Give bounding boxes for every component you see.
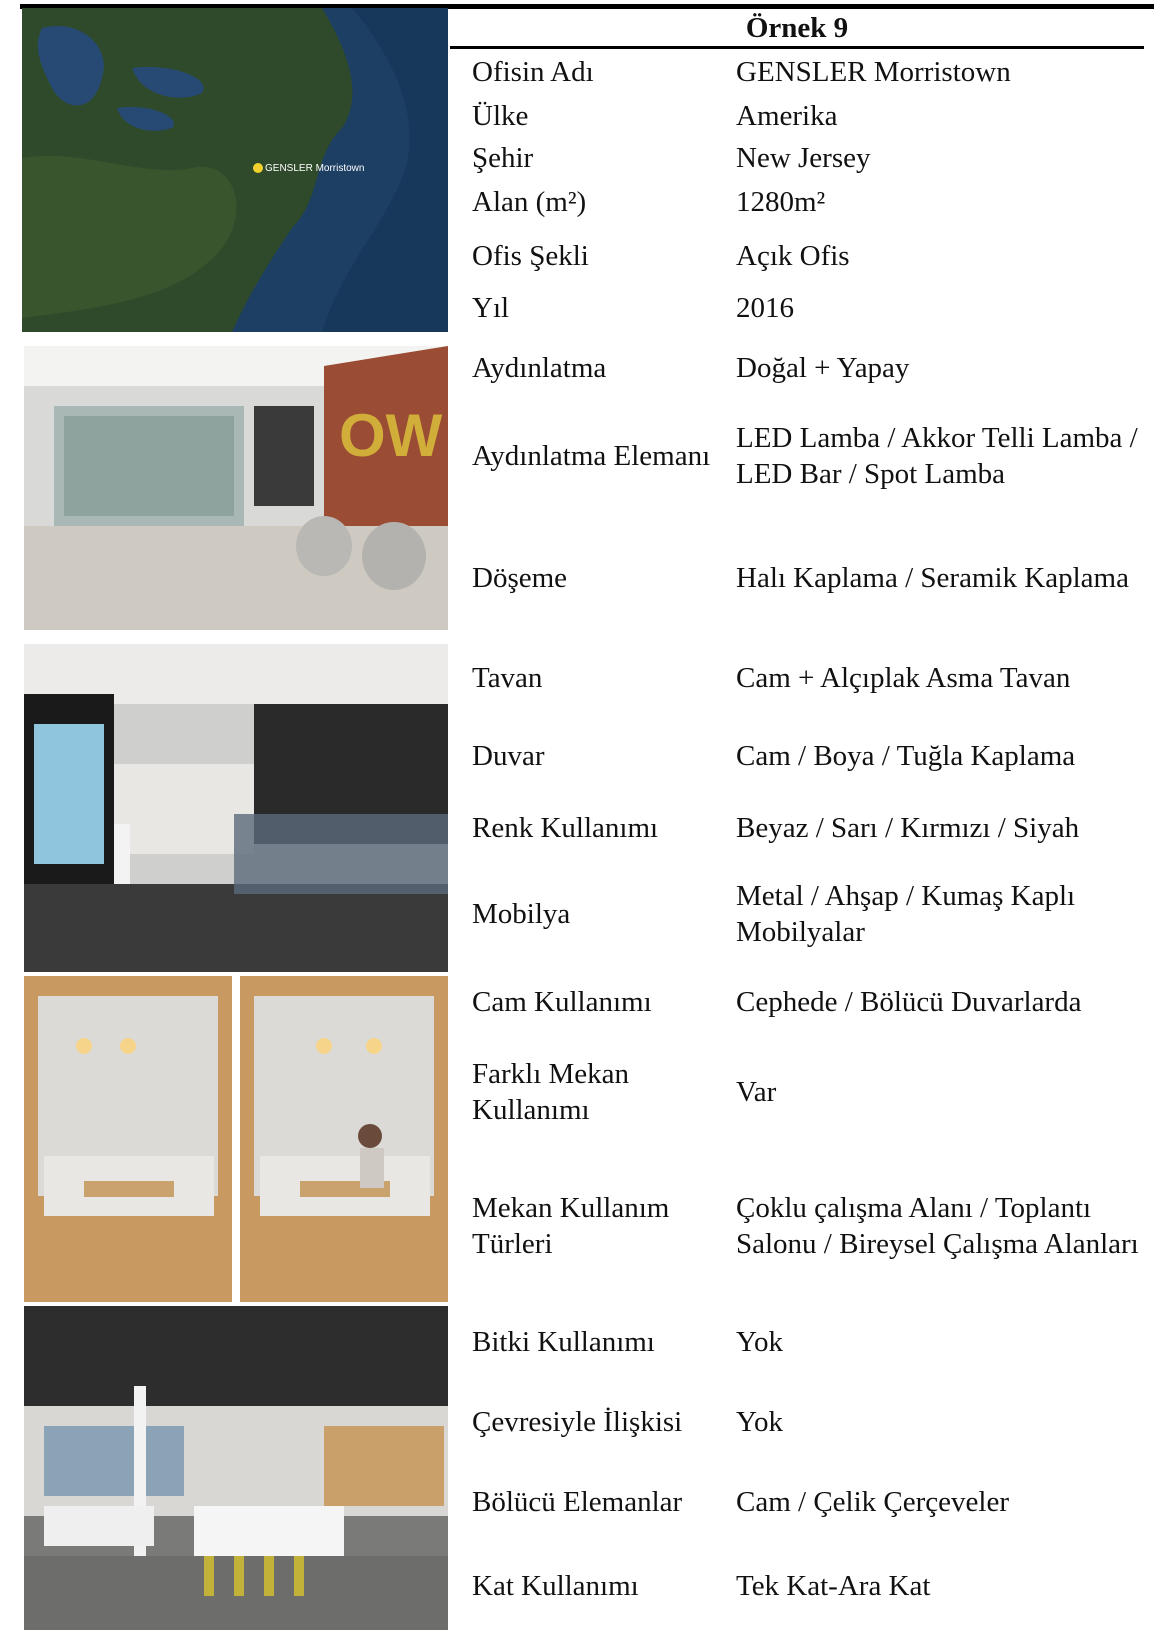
row-floor-use: Kat Kullanımı Tek Kat-Ara Kat bbox=[472, 1564, 1152, 1608]
row-label: Şehir bbox=[472, 142, 534, 174]
row-label: Cam Kullanımı bbox=[472, 986, 652, 1018]
row-relation: Çevresiyle İlişkisi Yok bbox=[472, 1400, 1152, 1444]
row-label: Yıl bbox=[472, 292, 510, 324]
row-label: Mobilya bbox=[472, 898, 571, 930]
row-value: Cam / Boya / Tuğla Kaplama bbox=[736, 740, 1076, 772]
row-label: Çevresiyle İlişkisi bbox=[472, 1406, 683, 1438]
row-lighting-element: Aydınlatma Elemanı LED Lamba / Akkor Tel… bbox=[472, 400, 1152, 512]
lobby-photo: OW bbox=[24, 346, 448, 630]
row-value: Halı Kaplama / Seramik Kaplama bbox=[736, 562, 1129, 594]
row-area: Alan (m²) 1280m² bbox=[472, 182, 1152, 222]
row-ceiling: Tavan Cam + Alçıplak Asma Tavan bbox=[472, 656, 1152, 700]
row-label: Mekan Kullanım Türleri bbox=[472, 1192, 670, 1260]
page-title: Örnek 9 bbox=[745, 12, 849, 44]
row-space-types: Mekan Kullanım Türleri Çoklu çalışma Ala… bbox=[472, 1170, 1152, 1282]
row-lighting: Aydınlatma Doğal + Yapay bbox=[472, 346, 1152, 390]
row-value: Yok bbox=[736, 1326, 784, 1358]
row-city: Şehir New Jersey bbox=[472, 138, 1152, 178]
row-label: Renk Kullanımı bbox=[472, 812, 659, 844]
row-value: Amerika bbox=[736, 100, 838, 132]
row-label: Ofisin Adı bbox=[472, 56, 594, 88]
presentation-photo bbox=[24, 644, 448, 972]
map-pin-label: GENSLER Morristown bbox=[265, 163, 364, 174]
row-furniture: Mobilya Metal / Ahşap / Kumaş Kaplı Mobi… bbox=[472, 876, 1152, 952]
row-office-type: Ofis Şekli Açık Ofis bbox=[472, 236, 1152, 276]
row-office-name: Ofisin Adı GENSLER Morristown bbox=[472, 52, 1152, 92]
row-value: Açık Ofis bbox=[736, 240, 850, 272]
row-label: Farklı Mekan Kullanımı bbox=[472, 1058, 630, 1126]
row-label: Tavan bbox=[472, 662, 543, 694]
row-year: Yıl 2016 bbox=[472, 288, 1152, 328]
row-label: Ülke bbox=[472, 100, 529, 132]
svg-text:OW: OW bbox=[339, 402, 443, 469]
row-glass-use: Cam Kullanımı Cephede / Bölücü Duvarlard… bbox=[472, 980, 1152, 1024]
row-color-use: Renk Kullanımı Beyaz / Sarı / Kırmızı / … bbox=[472, 806, 1152, 850]
row-label: Ofis Şekli bbox=[472, 240, 589, 272]
row-wall: Duvar Cam / Boya / Tuğla Kaplama bbox=[472, 734, 1152, 778]
row-value: GENSLER Morristown bbox=[736, 56, 1011, 88]
row-value: LED Lamba / Akkor Telli Lamba / LED Bar … bbox=[736, 422, 1138, 490]
row-value: Metal / Ahşap / Kumaş Kaplı Mobilyalar bbox=[736, 880, 1076, 948]
row-plant-use: Bitki Kullanımı Yok bbox=[472, 1320, 1152, 1364]
row-flooring: Döşeme Halı Kaplama / Seramik Kaplama bbox=[472, 540, 1152, 616]
row-label: Alan (m²) bbox=[472, 186, 587, 218]
row-value: Cam / Çelik Çerçeveler bbox=[736, 1486, 1009, 1518]
row-label: Bölücü Elemanlar bbox=[472, 1486, 683, 1518]
row-value: New Jersey bbox=[736, 142, 871, 174]
row-label: Aydınlatma bbox=[472, 352, 607, 384]
row-value: Tek Kat-Ara Kat bbox=[736, 1570, 931, 1602]
photo-column: GENSLER Morristown OW bbox=[0, 0, 450, 1630]
row-value: Yok bbox=[736, 1406, 784, 1438]
row-value: Var bbox=[736, 1076, 777, 1108]
row-value: 1280m² bbox=[736, 186, 826, 218]
map-image: GENSLER Morristown bbox=[22, 8, 448, 332]
row-label: Duvar bbox=[472, 740, 545, 772]
row-label: Döşeme bbox=[472, 562, 568, 594]
row-value: Çoklu çalışma Alanı / Toplantı Salonu / … bbox=[736, 1192, 1139, 1260]
row-country: Ülke Amerika bbox=[472, 96, 1152, 136]
row-label: Bitki Kullanımı bbox=[472, 1326, 655, 1358]
row-value: Doğal + Yapay bbox=[736, 352, 910, 384]
booth-photo bbox=[24, 976, 448, 1302]
row-value: 2016 bbox=[736, 292, 794, 324]
row-value: Cephede / Bölücü Duvarlarda bbox=[736, 986, 1082, 1018]
row-value: Cam + Alçıplak Asma Tavan bbox=[736, 662, 1071, 694]
openoffice-photo bbox=[24, 1306, 448, 1630]
row-label: Kat Kullanımı bbox=[472, 1570, 639, 1602]
title-rule bbox=[450, 46, 1144, 49]
row-label: Aydınlatma Elemanı bbox=[472, 440, 711, 472]
row-value: Beyaz / Sarı / Kırmızı / Siyah bbox=[736, 812, 1080, 844]
row-different-space: Farklı Mekan Kullanımı Var bbox=[472, 1054, 1152, 1130]
row-dividers: Bölücü Elemanlar Cam / Çelik Çerçeveler bbox=[472, 1480, 1152, 1524]
